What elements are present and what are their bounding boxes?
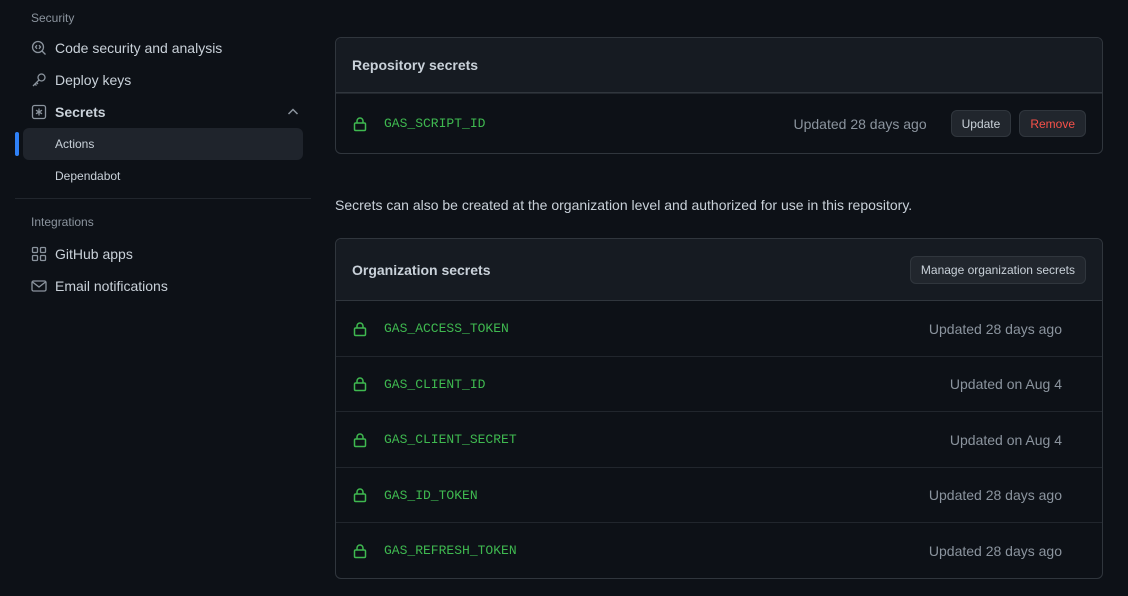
lock-icon <box>353 321 367 336</box>
sidebar-divider <box>15 198 311 199</box>
secret-name: GAS_ID_TOKEN <box>384 487 478 503</box>
lock-icon <box>353 488 367 503</box>
secret-name: GAS_ACCESS_TOKEN <box>384 321 509 336</box>
secret-name: GAS_CLIENT_ID <box>384 376 486 392</box>
settings-sidebar: Security Code security and analysis Depl… <box>15 0 311 302</box>
sidebar-item-email-notifications[interactable]: Email notifications <box>15 270 311 302</box>
secret-updated: Updated 28 days ago <box>793 115 927 132</box>
lock-icon <box>353 377 367 392</box>
sidebar-item-deploy-keys[interactable]: Deploy keys <box>15 64 311 96</box>
apps-icon <box>31 246 47 262</box>
repository-secrets-title: Repository secrets <box>352 57 479 73</box>
active-indicator <box>15 132 19 156</box>
secret-updated: Updated 28 days ago <box>928 542 1062 559</box>
sidebar-item-label: Secrets <box>55 104 106 120</box>
secret-name: GAS_SCRIPT_ID <box>384 116 486 131</box>
update-button[interactable]: Update <box>950 110 1012 137</box>
repository-secrets-box: Repository secrets GAS_SCRIPT_ID Updated… <box>335 37 1103 154</box>
repository-secrets-header: Repository secrets <box>336 38 1102 93</box>
sidebar-item-github-apps[interactable]: GitHub apps <box>15 238 311 270</box>
secret-name: GAS_REFRESH_TOKEN <box>384 543 517 558</box>
secret-row: GAS_SCRIPT_ID Updated 28 days ago Update… <box>336 93 1102 153</box>
organization-secrets-box: Organization secrets Manage organization… <box>335 238 1103 579</box>
secret-name: GAS_CLIENT_SECRET <box>384 432 517 447</box>
secret-updated: Updated on Aug 4 <box>949 376 1062 392</box>
sidebar-item-secrets[interactable]: Secrets <box>15 96 311 128</box>
remove-button[interactable]: Remove <box>1019 110 1086 137</box>
organization-secrets-title: Organization secrets <box>352 261 491 278</box>
lock-icon <box>353 543 367 558</box>
integrations-heading: Integrations <box>31 215 94 229</box>
manage-organization-secrets-button[interactable]: Manage organization secrets <box>909 255 1086 284</box>
sidebar-subitem-label: Dependabot <box>55 169 121 183</box>
secret-row: GAS_CLIENT_ID Updated on Aug 4 <box>336 356 1102 411</box>
asterisk-icon <box>31 104 47 120</box>
secret-updated: Updated 28 days ago <box>928 487 1062 503</box>
mail-icon <box>31 278 47 294</box>
chevron-up-icon[interactable] <box>285 104 301 120</box>
codescan-icon <box>31 40 47 56</box>
organization-note: Secrets can also be created at the organ… <box>335 197 913 213</box>
secret-updated: Updated on Aug 4 <box>949 431 1062 448</box>
organization-secrets-header: Organization secrets Manage organization… <box>336 239 1102 301</box>
sidebar-item-label: Deploy keys <box>55 72 132 88</box>
secret-row: GAS_CLIENT_SECRET Updated on Aug 4 <box>336 411 1102 467</box>
security-heading: Security <box>31 11 75 25</box>
sidebar-item-label: Email notifications <box>55 278 168 294</box>
sidebar-item-code-security[interactable]: Code security and analysis <box>15 32 311 64</box>
sidebar-item-label: Code security and analysis <box>55 40 223 56</box>
sidebar-subitem-label: Actions <box>55 137 95 151</box>
lock-icon <box>353 116 367 131</box>
secret-row: GAS_ACCESS_TOKEN Updated 28 days ago <box>336 301 1102 356</box>
sidebar-item-label: GitHub apps <box>55 246 133 262</box>
secret-row: GAS_ID_TOKEN Updated 28 days ago <box>336 467 1102 522</box>
page: Security Code security and analysis Depl… <box>0 0 1128 596</box>
key-icon <box>31 72 47 88</box>
organization-secrets-list: GAS_ACCESS_TOKEN Updated 28 days ago GAS… <box>336 301 1102 578</box>
sidebar-subitem-actions[interactable]: Actions <box>15 128 303 160</box>
secret-updated: Updated 28 days ago <box>928 320 1062 337</box>
lock-icon <box>353 432 367 447</box>
sidebar-subitem-dependabot[interactable]: Dependabot <box>23 160 303 192</box>
secret-row: GAS_REFRESH_TOKEN Updated 28 days ago <box>336 522 1102 578</box>
